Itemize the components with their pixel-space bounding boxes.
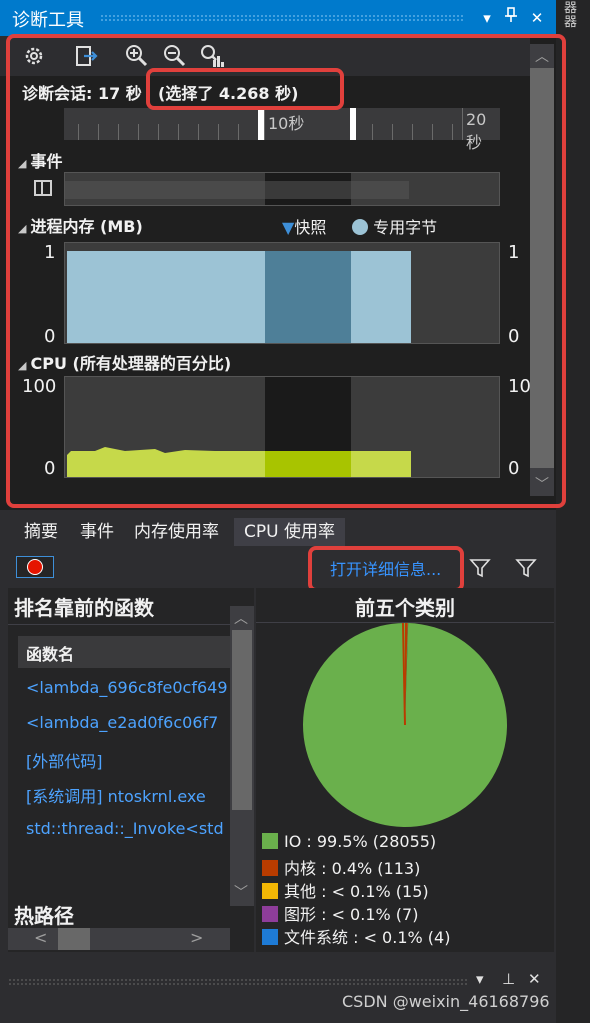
- functions-vertical-scrollbar[interactable]: ︿ ﹀: [230, 606, 254, 906]
- record-icon: [27, 559, 43, 575]
- legend-label: IO : 99.5% (28055): [284, 832, 437, 851]
- function-name-column-header[interactable]: 函数名: [18, 636, 230, 668]
- divider: [8, 624, 230, 625]
- highlight-box-open-details: [308, 546, 464, 592]
- function-row[interactable]: [系统调用] ntoskrnl.exe: [26, 783, 230, 807]
- legend-swatch: [262, 860, 278, 876]
- tool-window-title-bar: 诊断工具 ▾ ✕: [0, 0, 556, 36]
- tab-cpu-usage[interactable]: CPU 使用率: [234, 518, 345, 546]
- tab-bar: 摘要 事件 内存使用率 CPU 使用率: [0, 512, 556, 546]
- legend-item[interactable]: 图形 : < 0.1% (7): [262, 901, 418, 925]
- side-tab-label[interactable]: 器器: [564, 2, 584, 30]
- watermark: CSDN @weixin_46168796: [342, 992, 550, 1011]
- scroll-left-icon[interactable]: <: [34, 928, 47, 947]
- function-row[interactable]: <lambda_696c8fe0cf649: [26, 678, 230, 697]
- legend-item[interactable]: 内核 : 0.4% (113): [262, 855, 420, 879]
- scroll-down-icon[interactable]: ﹀: [234, 882, 248, 902]
- scrollbar-thumb[interactable]: [58, 928, 90, 950]
- legend-label: 图形 : < 0.1% (7): [284, 905, 419, 924]
- filter-thread-icon[interactable]: [514, 556, 538, 580]
- top-functions-title: 排名靠前的函数: [14, 596, 154, 620]
- function-row[interactable]: [外部代码]: [26, 748, 230, 772]
- legend-item[interactable]: IO : 99.5% (28055): [262, 832, 436, 851]
- legend-swatch: [262, 883, 278, 899]
- window-menu-icon[interactable]: ▾: [476, 7, 498, 29]
- close-icon[interactable]: ✕: [526, 7, 548, 29]
- legend-swatch: [262, 906, 278, 922]
- legend-label: 内核 : 0.4% (113): [284, 859, 421, 878]
- pin-icon[interactable]: [500, 7, 522, 29]
- title-drag-grip[interactable]: [8, 978, 468, 986]
- scroll-right-icon[interactable]: >: [190, 928, 203, 947]
- function-row[interactable]: std::thread::_Invoke<std: [26, 819, 230, 838]
- window-title: 诊断工具: [12, 10, 84, 31]
- functions-horizontal-scrollbar[interactable]: < >: [8, 928, 230, 950]
- legend-item[interactable]: 文件系统 : < 0.1% (4): [262, 924, 450, 948]
- legend-swatch: [262, 929, 278, 945]
- legend-swatch: [262, 833, 278, 849]
- scroll-up-icon[interactable]: ︿: [234, 608, 248, 628]
- filter-icon[interactable]: [468, 556, 492, 580]
- tab-summary[interactable]: 摘要: [14, 518, 68, 546]
- function-row[interactable]: <lambda_e2ad0f6c06f7: [26, 713, 230, 732]
- close-icon[interactable]: ✕: [528, 970, 541, 988]
- tab-memory-usage[interactable]: 内存使用率: [124, 518, 229, 546]
- legend-label: 其他 : < 0.1% (15): [284, 882, 429, 901]
- highlight-box-selection: [146, 68, 344, 110]
- legend-label: 文件系统 : < 0.1% (4): [284, 928, 451, 947]
- hot-path-title: 热路径: [14, 904, 74, 928]
- record-cpu-profile-button[interactable]: [16, 556, 54, 578]
- tab-events[interactable]: 事件: [70, 518, 124, 546]
- pin-icon[interactable]: ⊥: [502, 970, 515, 988]
- title-drag-grip[interactable]: [100, 14, 465, 22]
- categories-pie-chart[interactable]: [300, 620, 510, 830]
- window-menu-icon[interactable]: ▾: [476, 970, 484, 988]
- legend-item[interactable]: 其他 : < 0.1% (15): [262, 878, 429, 902]
- scrollbar-thumb[interactable]: [232, 630, 252, 810]
- top-categories-title: 前五个类别: [355, 596, 455, 620]
